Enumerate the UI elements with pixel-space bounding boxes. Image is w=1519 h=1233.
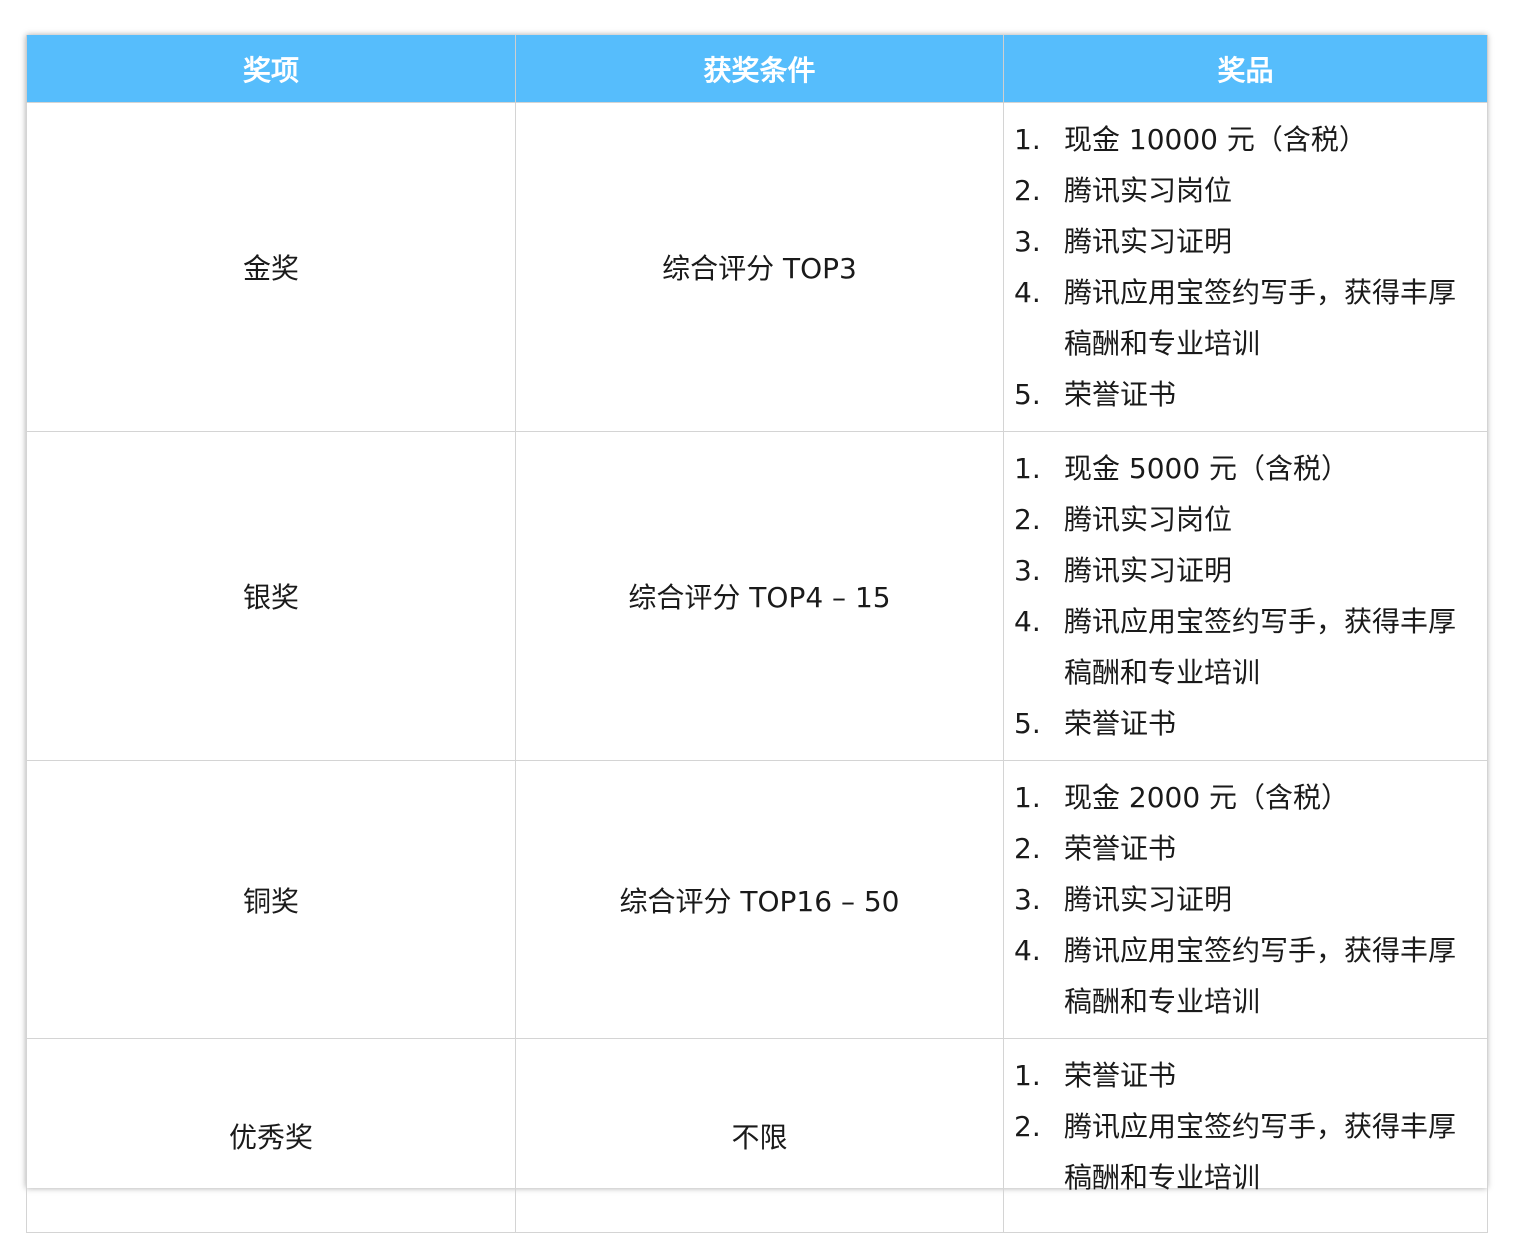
prize-item: 2. 腾讯应用宝签约写手，获得丰厚稿酬和专业培训 [1014, 1101, 1487, 1203]
award-cell: 铜奖 [26, 760, 516, 1039]
prize-number: 3. [1014, 554, 1041, 587]
prize-item: 1. 荣誉证书 [1014, 1050, 1487, 1101]
condition-cell: 综合评分 TOP4 – 15 [515, 431, 1004, 761]
prize-number: 3. [1014, 225, 1041, 258]
prize-text: 腾讯实习岗位 [1064, 174, 1233, 207]
prize-text: 腾讯应用宝签约写手，获得丰厚稿酬和专业培训 [1064, 1110, 1457, 1194]
header-condition: 获奖条件 [515, 35, 1004, 103]
prize-item: 1. 现金 10000 元（含税） [1014, 114, 1487, 165]
table-row-bronze: 铜奖 综合评分 TOP16 – 50 1. 现金 2000 元（含税） 2. 荣誉证… [26, 760, 1488, 1039]
prizes-cell: 1. 现金 2000 元（含税） 2. 荣誉证书 3. 腾讯实习证明 4. 腾讯应用宝签… [1003, 760, 1488, 1039]
prize-item: 5. 荣誉证书 [1014, 698, 1487, 749]
header-award: 奖项 [26, 35, 516, 103]
prize-list: 1. 现金 5000 元（含税） 2. 腾讯实习岗位 3. 腾讯实习证明 4. 腾讯应用… [1014, 443, 1487, 749]
awards-table: 奖项 获奖条件 奖品 金奖 综合评分 TOP3 1. 现金 10000 元（含税）… [26, 35, 1488, 1233]
prize-text: 现金 5000 元（含税） [1064, 452, 1350, 485]
prize-text: 腾讯应用宝签约写手，获得丰厚稿酬和专业培训 [1064, 276, 1457, 360]
prize-number: 2. [1014, 503, 1041, 536]
prize-text: 荣誉证书 [1064, 1059, 1177, 1092]
prize-number: 2. [1014, 832, 1041, 865]
prize-number: 5. [1014, 378, 1041, 411]
prize-number: 3. [1014, 883, 1041, 916]
prize-item: 4. 腾讯应用宝签约写手，获得丰厚稿酬和专业培训 [1014, 267, 1487, 369]
prize-text: 腾讯实习证明 [1064, 225, 1233, 258]
prize-text: 腾讯实习证明 [1064, 883, 1233, 916]
prize-number: 1. [1014, 123, 1041, 156]
prize-text: 现金 2000 元（含税） [1064, 781, 1350, 814]
prize-number: 4. [1014, 934, 1041, 967]
prizes-cell: 1. 现金 5000 元（含税） 2. 腾讯实习岗位 3. 腾讯实习证明 4. 腾讯应用… [1003, 431, 1488, 761]
prize-number: 2. [1014, 174, 1041, 207]
awards-table-card: 奖项 获奖条件 奖品 金奖 综合评分 TOP3 1. 现金 10000 元（含税）… [26, 35, 1488, 1233]
prize-item: 3. 腾讯实习证明 [1014, 545, 1487, 596]
prize-item: 2. 腾讯实习岗位 [1014, 165, 1487, 216]
prize-item: 4. 腾讯应用宝签约写手，获得丰厚稿酬和专业培训 [1014, 596, 1487, 698]
prize-item: 2. 腾讯实习岗位 [1014, 494, 1487, 545]
award-cell: 银奖 [26, 431, 516, 761]
prize-item: 5. 荣誉证书 [1014, 369, 1487, 420]
prize-text: 腾讯实习岗位 [1064, 503, 1233, 536]
prize-text: 荣誉证书 [1064, 832, 1177, 865]
prize-number: 1. [1014, 1059, 1041, 1092]
award-cell: 优秀奖 [26, 1038, 516, 1233]
prize-number: 5. [1014, 707, 1041, 740]
prize-item: 1. 现金 2000 元（含税） [1014, 772, 1487, 823]
table-row-gold: 金奖 综合评分 TOP3 1. 现金 10000 元（含税） 2. 腾讯实习岗位 3… [26, 102, 1488, 432]
prize-list: 1. 荣誉证书 2. 腾讯应用宝签约写手，获得丰厚稿酬和专业培训 [1014, 1050, 1487, 1203]
prize-text: 腾讯应用宝签约写手，获得丰厚稿酬和专业培训 [1064, 605, 1457, 689]
prize-number: 4. [1014, 605, 1041, 638]
prize-list: 1. 现金 10000 元（含税） 2. 腾讯实习岗位 3. 腾讯实习证明 4. 腾讯应… [1014, 114, 1487, 420]
prize-number: 4. [1014, 276, 1041, 309]
table-row-excellence: 优秀奖 不限 1. 荣誉证书 2. 腾讯应用宝签约写手，获得丰厚稿酬和专业培训 [26, 1038, 1488, 1233]
prize-text: 腾讯应用宝签约写手，获得丰厚稿酬和专业培训 [1064, 934, 1457, 1018]
prize-number: 2. [1014, 1110, 1041, 1143]
header-prizes: 奖品 [1003, 35, 1488, 103]
prize-item: 1. 现金 5000 元（含税） [1014, 443, 1487, 494]
prize-text: 荣誉证书 [1064, 378, 1177, 411]
condition-cell: 综合评分 TOP3 [515, 102, 1004, 432]
prizes-cell: 1. 荣誉证书 2. 腾讯应用宝签约写手，获得丰厚稿酬和专业培训 [1003, 1038, 1488, 1233]
condition-cell: 不限 [515, 1038, 1004, 1233]
prize-text: 现金 10000 元（含税） [1064, 123, 1367, 156]
prizes-cell: 1. 现金 10000 元（含税） 2. 腾讯实习岗位 3. 腾讯实习证明 4. 腾讯应… [1003, 102, 1488, 432]
table-header-row: 奖项 获奖条件 奖品 [26, 35, 1488, 103]
prize-item: 2. 荣誉证书 [1014, 823, 1487, 874]
prize-item: 4. 腾讯应用宝签约写手，获得丰厚稿酬和专业培训 [1014, 925, 1487, 1027]
prize-text: 荣誉证书 [1064, 707, 1177, 740]
table-row-silver: 银奖 综合评分 TOP4 – 15 1. 现金 5000 元（含税） 2. 腾讯实习… [26, 431, 1488, 761]
condition-cell: 综合评分 TOP16 – 50 [515, 760, 1004, 1039]
prize-text: 腾讯实习证明 [1064, 554, 1233, 587]
prize-item: 3. 腾讯实习证明 [1014, 874, 1487, 925]
prize-number: 1. [1014, 452, 1041, 485]
award-cell: 金奖 [26, 102, 516, 432]
prize-list: 1. 现金 2000 元（含税） 2. 荣誉证书 3. 腾讯实习证明 4. 腾讯应用宝签… [1014, 772, 1487, 1027]
prize-number: 1. [1014, 781, 1041, 814]
prize-item: 3. 腾讯实习证明 [1014, 216, 1487, 267]
